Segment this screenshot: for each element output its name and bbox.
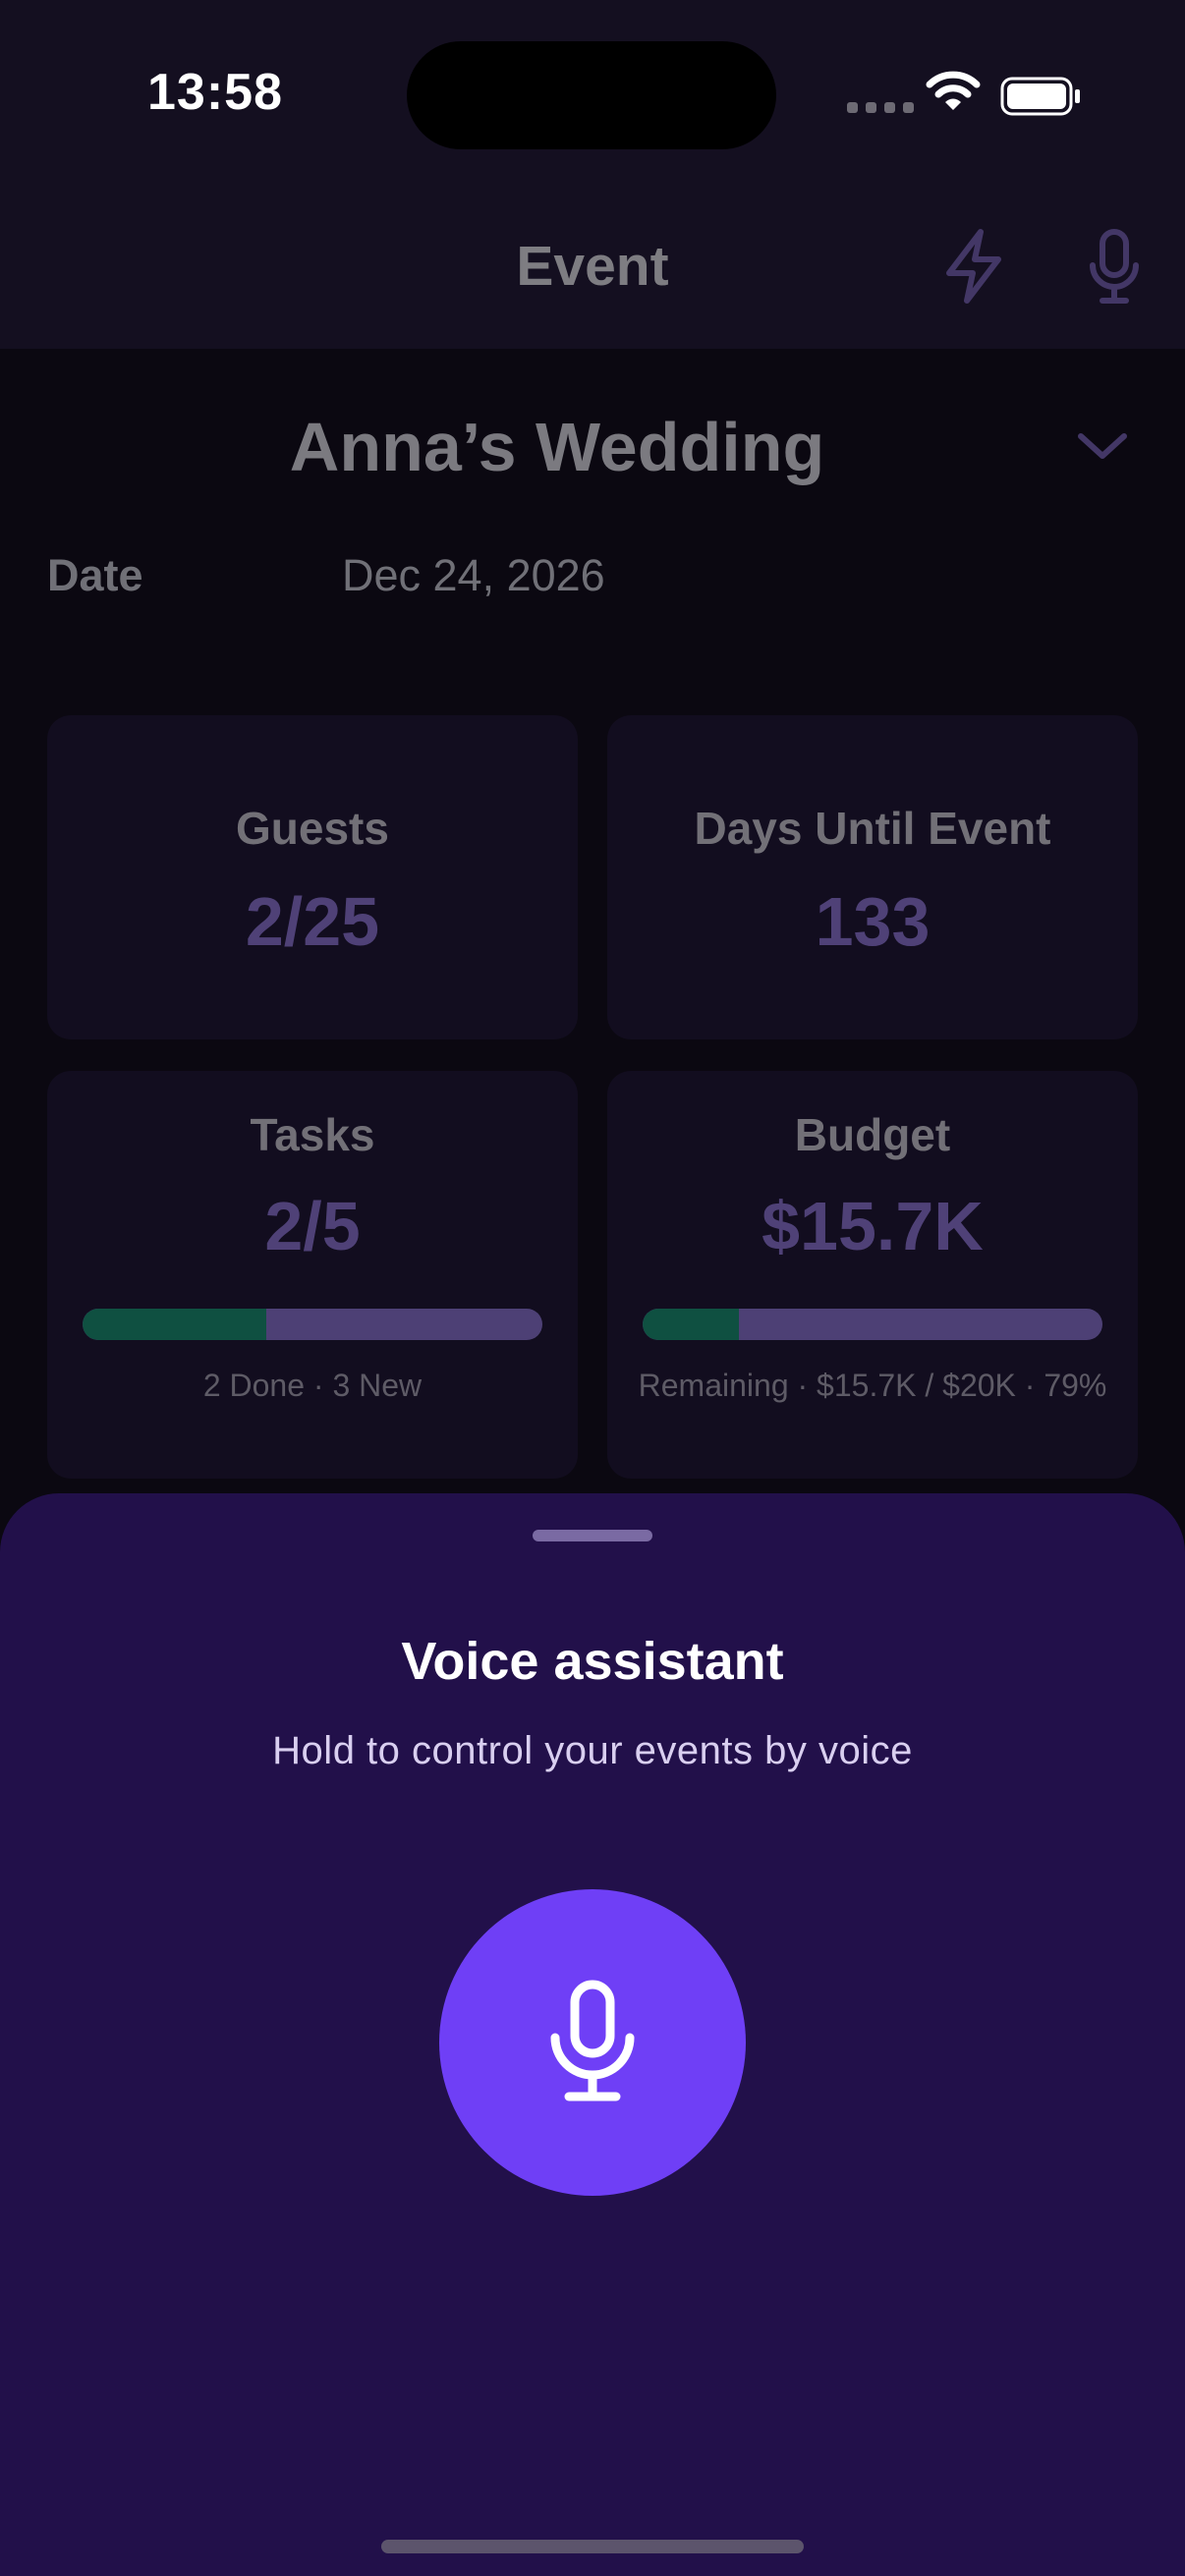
- chevron-down-icon[interactable]: [1075, 428, 1130, 462]
- days-value: 133: [815, 883, 931, 960]
- guests-label: Guests: [236, 803, 389, 854]
- event-name: Anna’s Wedding: [289, 409, 825, 485]
- guests-value: 2/25: [245, 883, 380, 960]
- budget-progress-bar: [643, 1309, 1102, 1340]
- budget-summary: Remaining · $15.7K / $20K · 79%: [638, 1368, 1107, 1403]
- battery-icon: [1000, 77, 1080, 116]
- bolt-icon[interactable]: [941, 228, 1006, 305]
- budget-progress-fill: [643, 1309, 740, 1340]
- tasks-value: 2/5: [264, 1188, 361, 1264]
- guests-card[interactable]: Guests 2/25: [47, 715, 578, 1039]
- budget-value: $15.7K: [762, 1188, 984, 1264]
- sheet-title: Voice assistant: [401, 1632, 784, 1691]
- sheet-drag-handle[interactable]: [533, 1530, 652, 1541]
- dynamic-island: [407, 41, 776, 149]
- wifi-icon: [926, 71, 981, 110]
- budget-card[interactable]: Budget $15.7K Remaining · $15.7K / $20K …: [607, 1071, 1138, 1479]
- budget-label: Budget: [794, 1109, 951, 1160]
- status-time: 13:58: [147, 64, 283, 121]
- tasks-label: Tasks: [250, 1109, 375, 1160]
- hold-to-talk-button[interactable]: [439, 1889, 746, 2196]
- microphone-icon: [550, 1980, 635, 2101]
- tasks-progress-bar: [83, 1309, 542, 1340]
- signal-icon: [847, 102, 914, 113]
- tasks-summary: 2 Done · 3 New: [202, 1368, 423, 1403]
- page-title: Event: [516, 235, 669, 298]
- date-label: Date: [47, 550, 143, 600]
- days-label: Days Until Event: [694, 803, 1051, 854]
- tasks-card[interactable]: Tasks 2/5 2 Done · 3 New: [47, 1071, 578, 1479]
- sheet-subtitle: Hold to control your events by voice: [272, 1729, 913, 1772]
- days-until-card[interactable]: Days Until Event 133: [607, 715, 1138, 1039]
- home-indicator[interactable]: [381, 2540, 804, 2553]
- date-value[interactable]: Dec 24, 2026: [342, 550, 605, 601]
- tasks-progress-fill: [83, 1309, 267, 1340]
- microphone-icon[interactable]: [1085, 228, 1144, 307]
